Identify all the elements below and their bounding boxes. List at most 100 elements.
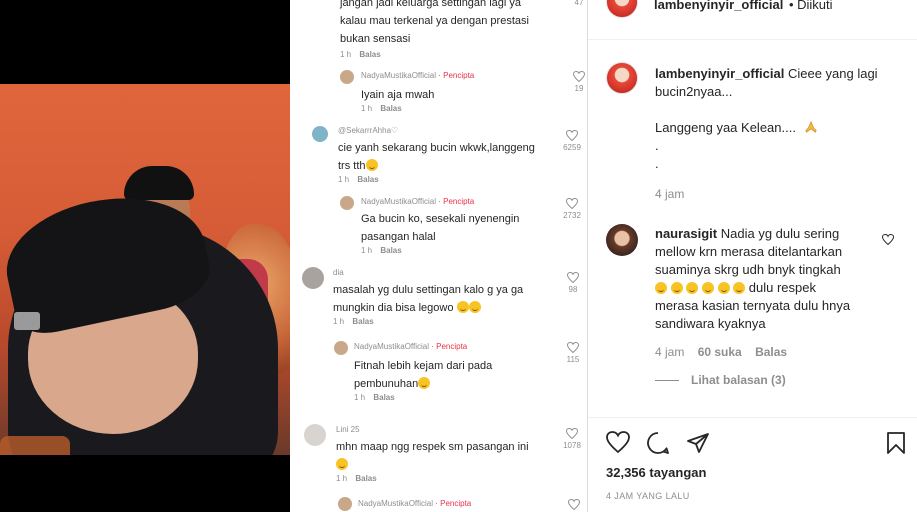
comment-time: 1 h — [338, 175, 350, 184]
video-comment: NadyaMustikaOfficial · Pencipta — [358, 499, 471, 508]
comment-like[interactable]: 2732 — [559, 198, 585, 220]
comment: naurasigit Nadia yg dulu sering mellow k… — [655, 225, 885, 387]
cap-strap — [14, 312, 40, 330]
comment-button[interactable] — [646, 431, 670, 460]
avatar — [312, 126, 328, 142]
share-button[interactable] — [686, 432, 710, 459]
comment-like[interactable]: 6259 — [559, 130, 585, 152]
video-comment: NadyaMustikaOfficial · Pencipta Ga bucin… — [361, 197, 519, 255]
comment-likes[interactable]: 60 suka — [698, 345, 742, 359]
comment-text: sandiwara kyaknya — [655, 316, 766, 331]
comment-author: dia — [333, 268, 344, 277]
caption-text: . — [655, 138, 659, 153]
comment-text: pasangan halal — [361, 231, 436, 243]
comment-text: mellow krn merasa ditelantarkan — [655, 244, 843, 259]
comment-like[interactable]: 47 — [567, 0, 587, 7]
heart-outline-icon — [573, 71, 585, 82]
creator-badge: · Pencipta — [431, 342, 468, 351]
reply-link[interactable]: Balas — [355, 474, 376, 483]
creator-badge: · Pencipta — [438, 197, 475, 206]
grin-emoji — [670, 282, 683, 294]
heart-outline-icon — [566, 198, 578, 209]
comment-text: Fitnah lebih kejam dari pada — [354, 360, 493, 372]
video-comment: jangan jadi keluarga settingan lagi ya k… — [340, 0, 529, 59]
caption-text: Langgeng yaa Kelean.... — [655, 120, 796, 135]
reply-link[interactable]: Balas — [357, 175, 378, 184]
caption-text: Cieee yang lagi — [787, 66, 878, 81]
comment-time: 4 jam — [655, 345, 685, 359]
heart-outline-icon — [568, 499, 580, 510]
comment-text: bukan sensasi — [340, 33, 411, 45]
comment-text: mhn maap ngg respek sm pasangan ini — [336, 441, 529, 453]
avatar — [340, 196, 354, 210]
reply-link[interactable]: Balas — [380, 246, 401, 255]
comment-time: 1 h — [354, 393, 366, 402]
caption-text: bucin2nyaa... — [655, 84, 733, 99]
avatar — [304, 424, 326, 446]
heart-outline-icon — [567, 342, 579, 353]
avatar — [338, 497, 352, 511]
heart-outline-icon — [566, 428, 578, 439]
profile-avatar[interactable] — [606, 0, 638, 18]
comment-author: NadyaMustikaOfficial — [361, 197, 436, 206]
divider — [588, 417, 917, 418]
comment-like-button[interactable] — [881, 232, 895, 250]
comment-like[interactable]: 1078 — [559, 428, 585, 450]
comment-author: NadyaMustikaOfficial — [354, 342, 429, 351]
comment-reply-button[interactable]: Balas — [755, 345, 787, 359]
save-button[interactable] — [886, 431, 906, 460]
reply-line — [655, 380, 679, 382]
comment-text: kalau mau terkenal ya dengan prestasi — [340, 15, 529, 27]
view-replies-button[interactable]: Lihat balasan (3) — [655, 373, 885, 387]
grin-emoji — [655, 282, 667, 294]
video-comment: Lini 25 mhn maap ngg respek sm pasangan … — [336, 425, 529, 483]
comment-username[interactable]: naurasigit — [655, 226, 717, 241]
avatar — [302, 267, 324, 289]
share-icon — [687, 433, 709, 453]
view-count[interactable]: 32,356 tayangan — [606, 465, 706, 480]
comment-like[interactable]: 115 — [561, 342, 585, 364]
video-comment: @SekarrrAhha♡ cie yanh sekarang bucin wk… — [338, 126, 535, 184]
avatar — [334, 341, 348, 355]
like-button[interactable] — [606, 431, 630, 458]
comment-like[interactable]: 19 — [567, 71, 587, 93]
view-replies-label: Lihat balasan (3) — [691, 373, 786, 387]
comment-author: NadyaMustikaOfficial — [361, 71, 436, 80]
follow-status[interactable]: • Diikuti — [789, 0, 833, 12]
caption-avatar[interactable] — [606, 62, 638, 94]
video-comment: dia masalah yg dulu settingan kalo g ya … — [333, 268, 523, 326]
comment-like[interactable]: 98 — [561, 272, 585, 294]
smiling-hearts-emoji — [418, 377, 431, 389]
like-count: 47 — [574, 0, 584, 7]
header-username[interactable]: lambenyinyir_official — [654, 0, 783, 12]
comment-author: Lini 25 — [336, 425, 360, 434]
commenter-avatar[interactable] — [606, 224, 638, 256]
caption-text: . — [655, 156, 659, 171]
reply-link[interactable]: Balas — [352, 317, 373, 326]
reply-link[interactable]: Balas — [373, 393, 394, 402]
caption-username[interactable]: lambenyinyir_official — [655, 66, 784, 81]
reply-link[interactable]: Balas — [380, 104, 401, 113]
heart-icon — [881, 233, 895, 246]
video-comment: NadyaMustikaOfficial · Pencipta Fitnah l… — [354, 342, 492, 402]
man-cap — [124, 166, 194, 200]
comment-time: 1 h — [361, 104, 373, 113]
comment-text: dulu respek — [748, 280, 816, 295]
comment-time: 1 h — [340, 50, 352, 59]
bookmark-icon — [887, 432, 905, 454]
comment-text: Iyain aja mwah — [361, 89, 435, 101]
like-count: 19 — [574, 84, 584, 93]
post-media[interactable]: jangan jadi keluarga settingan lagi ya k… — [0, 0, 587, 512]
caption-time: 4 jam — [655, 187, 685, 201]
comment-text: cie yanh sekarang bucin wkwk,langgeng — [338, 142, 535, 154]
comment-text: trs tth — [338, 160, 366, 172]
grin-emoji — [686, 282, 699, 294]
comment-like[interactable] — [562, 499, 586, 512]
reply-link[interactable]: Balas — [359, 50, 380, 59]
comment-time: 1 h — [333, 317, 345, 326]
comment-text: pembunuhan — [354, 378, 419, 390]
caption: lambenyinyir_official Cieee yang lagi bu… — [655, 65, 905, 201]
comment-text: Ga bucin ko, sesekali nyenengin — [361, 213, 520, 225]
grin-emoji — [733, 282, 746, 294]
like-count: 115 — [566, 355, 580, 364]
